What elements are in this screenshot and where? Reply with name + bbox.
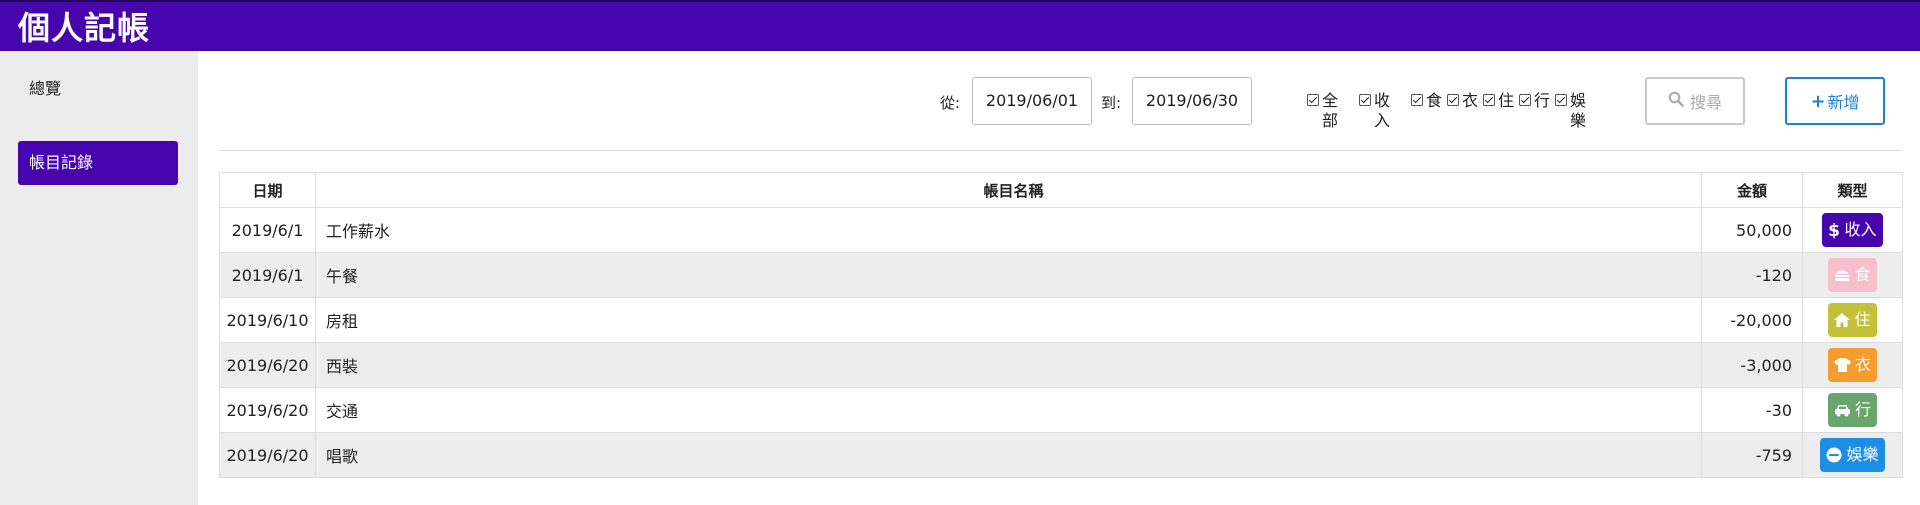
- sidebar: 總覽 帳目記錄: [0, 51, 198, 505]
- row-name: 交通: [315, 387, 1702, 433]
- checkbox-income-label: 收入: [1374, 91, 1391, 130]
- type-badge-food: 食: [1828, 258, 1877, 292]
- row-name: 午餐: [315, 252, 1702, 298]
- type-badge-label: 行: [1854, 400, 1871, 419]
- table-row[interactable]: 2019/6/20 唱歌 -759 娛樂: [219, 432, 1903, 478]
- smile-icon: [1826, 447, 1842, 463]
- row-type: 食: [1802, 252, 1903, 298]
- row-amount: -3,000: [1701, 342, 1803, 388]
- add-button-label: 新增: [1827, 93, 1860, 112]
- checkbox-housing-label: 住: [1498, 91, 1515, 110]
- checkbox-food-label: 食: [1426, 91, 1443, 110]
- row-name: 唱歌: [315, 432, 1702, 478]
- checkbox-transport-label: 行: [1534, 91, 1551, 110]
- from-date-input[interactable]: 2019/06/01: [972, 77, 1092, 125]
- sidebar-item-records[interactable]: 帳目記錄: [18, 141, 178, 185]
- row-amount: -30: [1701, 387, 1803, 433]
- row-type: $ 收入: [1802, 207, 1903, 253]
- header-date[interactable]: 日期: [219, 172, 316, 208]
- type-badge-label: 住: [1854, 310, 1871, 329]
- type-badge-entertainment: 娛樂: [1820, 438, 1885, 472]
- header-type[interactable]: 類型: [1802, 172, 1903, 208]
- dollar-icon: $: [1828, 221, 1841, 239]
- type-badge-housing: 住: [1828, 303, 1877, 337]
- checkbox-all[interactable]: [1307, 94, 1319, 106]
- table-row[interactable]: 2019/6/1 工作薪水 50,000 $ 收入: [219, 207, 1903, 253]
- add-button[interactable]: + 新增: [1785, 77, 1885, 125]
- burger-icon: [1834, 268, 1850, 282]
- row-date: 2019/6/10: [219, 297, 316, 343]
- row-type: 娛樂: [1802, 432, 1903, 478]
- row-amount: -759: [1701, 432, 1803, 478]
- row-date: 2019/6/1: [219, 252, 316, 298]
- search-icon: [1668, 91, 1684, 111]
- type-badge-label: 食: [1854, 265, 1871, 284]
- table-row[interactable]: 2019/6/1 午餐 -120 食: [219, 252, 1903, 298]
- checkbox-transport[interactable]: [1519, 94, 1531, 106]
- row-date: 2019/6/20: [219, 342, 316, 388]
- app-title: 個人記帳: [18, 9, 151, 47]
- table-header-row: 日期 帳目名稱 金額 類型: [219, 172, 1903, 208]
- row-amount: -20,000: [1701, 297, 1803, 343]
- checkbox-all-label: 全部: [1322, 91, 1339, 130]
- row-amount: 50,000: [1701, 207, 1803, 253]
- table-row[interactable]: 2019/6/10 房租 -20,000 住: [219, 297, 1903, 343]
- row-type: 住: [1802, 297, 1903, 343]
- checkbox-housing[interactable]: [1483, 94, 1495, 106]
- table-row[interactable]: 2019/6/20 西裝 -3,000 衣: [219, 342, 1903, 388]
- row-amount: -120: [1701, 252, 1803, 298]
- car-icon: [1834, 404, 1851, 417]
- app-header: 個人記帳: [0, 0, 1920, 51]
- checkbox-entertainment[interactable]: [1555, 94, 1567, 106]
- row-date: 2019/6/20: [219, 432, 316, 478]
- table-row[interactable]: 2019/6/20 交通 -30 行: [219, 387, 1903, 433]
- checkbox-income[interactable]: [1359, 94, 1371, 106]
- row-name: 房租: [315, 297, 1702, 343]
- row-date: 2019/6/1: [219, 207, 316, 253]
- type-badge-label: 收入: [1844, 220, 1877, 239]
- sidebar-item-overview[interactable]: 總覽: [18, 67, 178, 111]
- records-table: 日期 帳目名稱 金額 類型 2019/6/1 工作薪水 50,000 $ 收入 …: [219, 172, 1903, 478]
- row-name: 工作薪水: [315, 207, 1702, 253]
- header-name[interactable]: 帳目名稱: [315, 172, 1702, 208]
- shirt-icon: [1833, 358, 1851, 372]
- checkbox-clothes[interactable]: [1447, 94, 1459, 106]
- checkbox-food[interactable]: [1411, 94, 1423, 106]
- header-amount[interactable]: 金額: [1701, 172, 1803, 208]
- checkbox-clothes-label: 衣: [1462, 91, 1479, 110]
- row-type: 衣: [1802, 342, 1903, 388]
- type-badge-income: $ 收入: [1822, 213, 1883, 247]
- svg-text:$: $: [1829, 221, 1841, 239]
- row-date: 2019/6/20: [219, 387, 316, 433]
- search-button-label: 搜尋: [1689, 93, 1722, 112]
- row-name: 西裝: [315, 342, 1702, 388]
- search-button[interactable]: 搜尋: [1645, 77, 1745, 125]
- plus-icon: +: [1810, 90, 1826, 112]
- row-type: 行: [1802, 387, 1903, 433]
- from-label: 從:: [940, 94, 961, 112]
- checkbox-entertainment-label: 娛樂: [1570, 91, 1587, 130]
- type-badge-clothes: 衣: [1827, 348, 1877, 382]
- to-label: 到:: [1101, 94, 1122, 112]
- type-badge-transport: 行: [1827, 393, 1877, 427]
- home-icon: [1834, 313, 1851, 327]
- type-badge-label: 娛樂: [1846, 445, 1879, 464]
- to-date-input[interactable]: 2019/06/30: [1132, 77, 1252, 125]
- divider: [219, 150, 1903, 151]
- type-badge-label: 衣: [1854, 355, 1871, 374]
